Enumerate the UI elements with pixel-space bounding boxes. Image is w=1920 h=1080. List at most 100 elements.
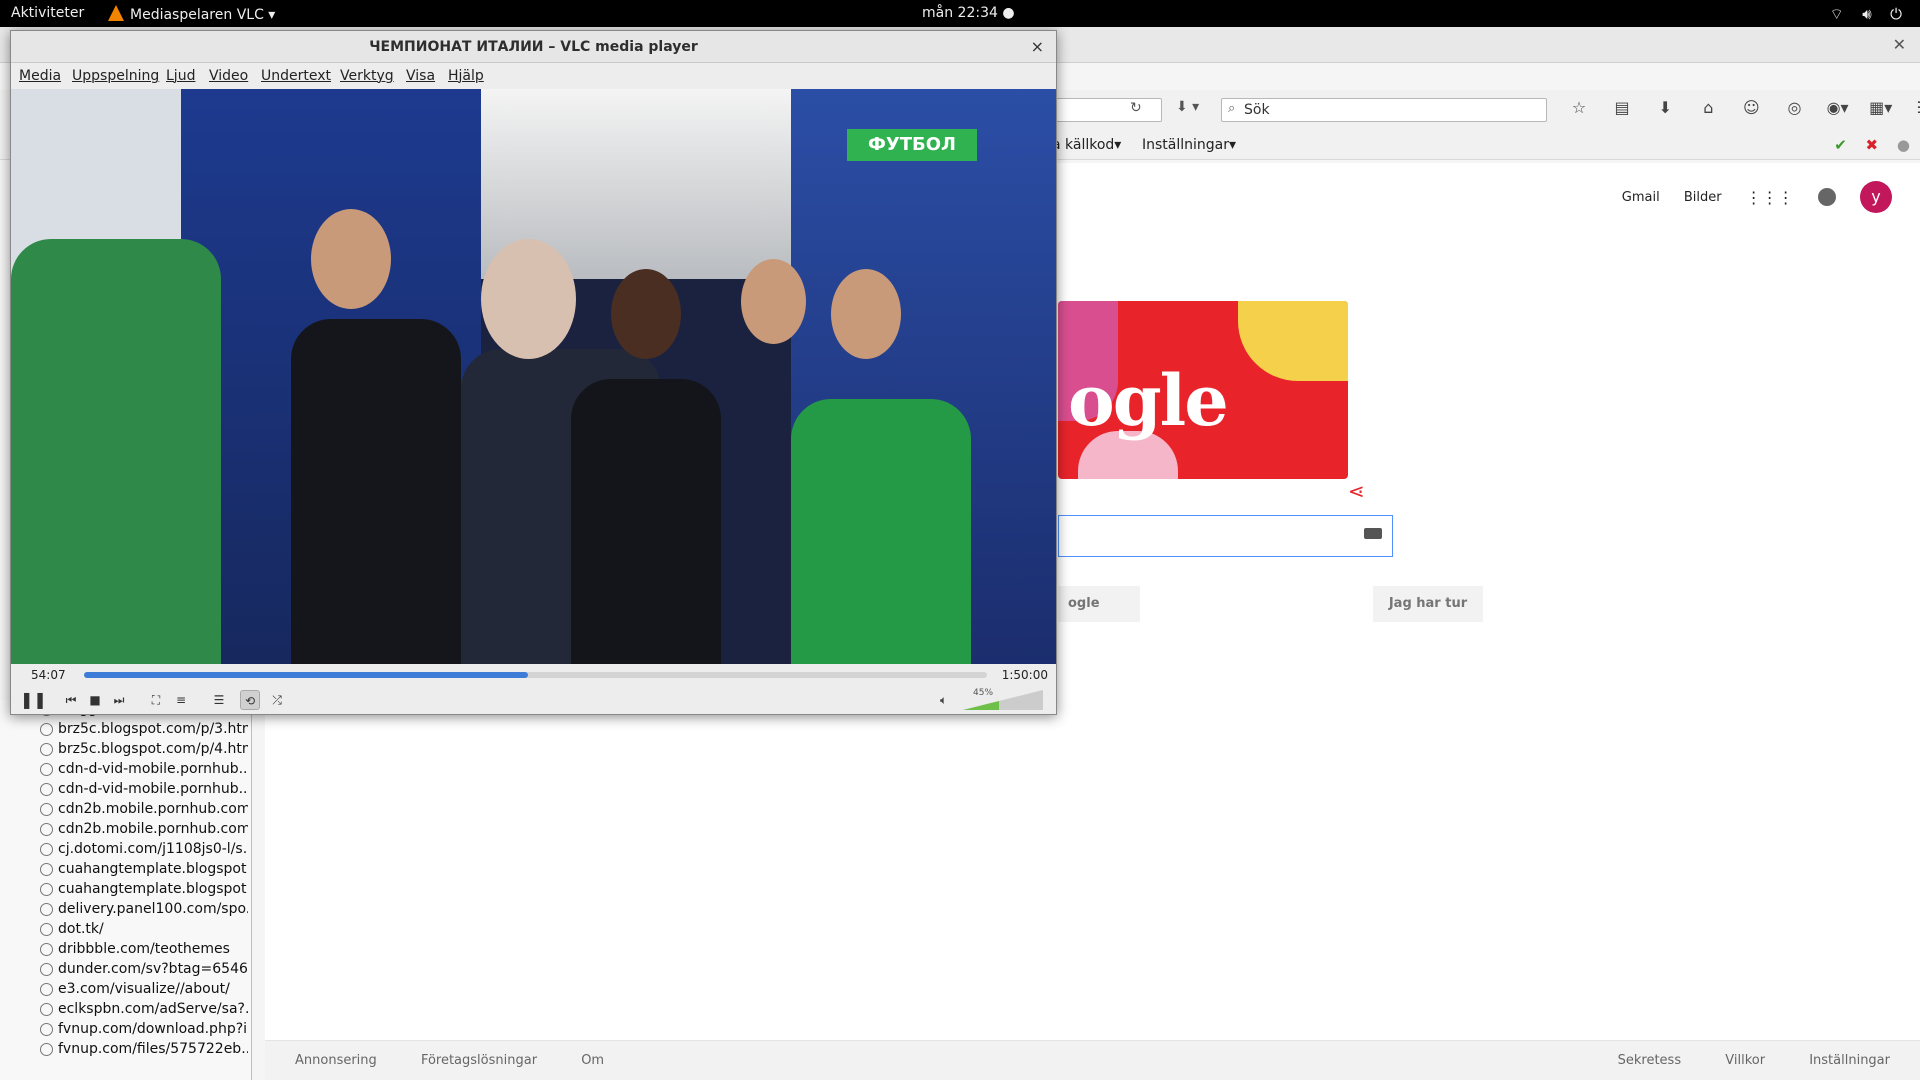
footer-link-advertising[interactable]: Annonsering [295,1053,377,1068]
playlist-icon[interactable]: ☰ [209,690,229,710]
seek-slider[interactable] [84,672,987,678]
app-menu[interactable]: Mediaspelaren VLC ▾ [108,5,275,23]
menu-ljud[interactable]: Ljud [166,68,195,84]
images-link[interactable]: Bilder [1684,190,1722,205]
loop-icon[interactable]: ⟲ [240,690,260,710]
previous-icon[interactable]: ⏮ [61,690,81,710]
history-item-label: cdn2b.mobile.pornhub.com... [58,801,248,817]
url-bar[interactable] [1040,98,1162,122]
menu-uppspelning[interactable]: Uppspelning [72,68,159,84]
avatar[interactable]: y [1860,181,1892,213]
shuffle-icon[interactable]: ⤮ [267,690,287,710]
firefox-close-icon[interactable]: ✕ [1893,35,1906,54]
extension-icon[interactable]: ▦▾ [1862,98,1900,117]
history-item[interactable]: cj.dotomi.com/j1108js0-l/s... [0,840,251,860]
check-icon[interactable]: ✔ [1834,136,1847,154]
download-dropdown-icon[interactable]: ⬇ ▾ [1176,99,1199,115]
bookmark-star-icon[interactable]: ☆ [1560,98,1598,117]
app-menu-label: Mediaspelaren VLC ▾ [130,7,276,23]
menu-media[interactable]: Media [19,68,61,84]
globe-icon [40,723,53,736]
gmail-link[interactable]: Gmail [1622,190,1660,205]
footer-link-privacy[interactable]: Sekretess [1618,1053,1681,1068]
history-item[interactable]: cuahangtemplate.blogspot.... [0,880,251,900]
gnome-top-bar: Aktiviteter Mediaspelaren VLC ▾ mån 22:3… [0,0,1920,27]
sync-icon[interactable]: ◎ [1775,98,1813,117]
keyboard-icon[interactable] [1364,528,1382,539]
bookmark-installningar[interactable]: Inställningar▾ [1142,137,1236,153]
footer-link-settings[interactable]: Inställningar [1809,1053,1890,1068]
error-icon[interactable]: ✖ [1866,136,1879,154]
footer-link-business[interactable]: Företagslösningar [421,1053,537,1068]
menu-video[interactable]: Video [209,68,248,84]
history-item[interactable]: e3.com/visualize//about/ [0,980,251,1000]
clock[interactable]: mån 22:34 ● [922,5,1015,21]
mute-icon[interactable]: 🔈︎ [940,693,947,708]
apps-grid-icon[interactable]: ⋮⋮⋮ [1746,188,1794,207]
menu-visa[interactable]: Visa [406,68,435,84]
vlc-titlebar[interactable]: ЧЕМПИОНАТ ИТАЛИИ – VLC media player × [11,31,1056,63]
activities-button[interactable]: Aktiviteter [11,5,84,21]
reading-list-icon[interactable]: ▤ [1603,98,1641,117]
menu-hjalp[interactable]: Hjälp [448,68,484,84]
close-icon[interactable]: × [1031,37,1044,56]
google-footer: Annonsering Företagslösningar Om Sekrete… [265,1040,1920,1080]
history-item-label: cdn2b.mobile.pornhub.com... [58,821,248,837]
history-item-label: dot.tk/ [58,921,104,937]
volume-slider[interactable]: 45% [963,688,1053,711]
next-icon[interactable]: ⏭ [109,690,129,710]
reload-icon[interactable]: ↻ [1130,100,1142,116]
bookmark-kallkod[interactable]: a källkod▾ [1052,137,1121,153]
stop-icon[interactable]: ■ [85,690,105,710]
video-scene-head [611,269,681,359]
pause-icon[interactable]: ❚❚ [20,690,47,710]
history-item[interactable]: dribbble.com/teothemes [0,940,251,960]
menu-icon[interactable]: ☰ [1905,98,1920,117]
menu-undertext[interactable]: Undertext [261,68,331,84]
extended-settings-icon[interactable]: ≡ [171,690,191,710]
system-tray[interactable]: ⌔ 🔊︎ ⏻ [1816,5,1902,24]
google-search-input[interactable] [1058,515,1393,557]
history-item[interactable]: cdn2b.mobile.pornhub.com... [0,800,251,820]
globe-icon [40,1043,53,1056]
globe-icon [40,883,53,896]
history-item[interactable]: eclkspbn.com/adServe/sa?... [0,1000,251,1020]
history-item[interactable]: cdn-d-vid-mobile.pornhub.... [0,780,251,800]
footer-link-terms[interactable]: Villkor [1725,1053,1765,1068]
history-item[interactable]: dunder.com/sv?btag=6546... [0,960,251,980]
history-item[interactable]: dot.tk/ [0,920,251,940]
wifi-icon[interactable]: ⌔ [1830,5,1844,23]
globe-icon [40,763,53,776]
volume-label: 45% [973,688,994,698]
search-input[interactable]: ⌕ Sök [1221,98,1547,122]
doodle-shape [1238,301,1348,381]
google-doodle[interactable]: ogle [1058,301,1348,479]
downloads-icon[interactable]: ⬇ [1646,98,1684,117]
history-item[interactable]: fvnup.com/files/575722eb... [0,1040,251,1060]
history-item[interactable]: brz5c.blogspot.com/p/4.html [0,740,251,760]
video-area[interactable]: ФУТБОЛ [11,89,1056,664]
volume-icon[interactable]: 🔊︎ [1862,5,1871,23]
google-search-button[interactable]: ogle [1058,586,1140,622]
vlc-window: ЧЕМПИОНАТ ИТАЛИИ – VLC media player × Me… [10,30,1057,715]
footer-link-about[interactable]: Om [581,1053,604,1068]
addon-icon[interactable]: ◉▾ [1819,98,1857,117]
notifications-icon[interactable] [1817,188,1836,206]
share-icon[interactable]: ⋖ [1348,479,1365,503]
home-icon[interactable]: ⌂ [1689,98,1727,117]
fullscreen-icon[interactable]: ⛶ [146,690,166,710]
history-item[interactable]: brz5c.blogspot.com/p/3.html [0,720,251,740]
power-icon[interactable]: ⏻ [1890,5,1902,23]
chat-icon[interactable]: ☺ [1732,98,1770,117]
history-item[interactable]: cdn-d-vid-mobile.pornhub.... [0,760,251,780]
globe-icon [40,843,53,856]
video-scene-head [311,209,391,309]
feeling-lucky-button[interactable]: Jag har tur [1373,586,1483,622]
history-sidebar: blogger.com/brz5c.blogspot.com/p/3.htmlb… [0,700,252,1080]
history-item[interactable]: fvnup.com/download.php?i... [0,1020,251,1040]
history-item[interactable]: cuahangtemplate.blogspot.... [0,860,251,880]
status-dot-icon[interactable]: ● [1897,136,1910,154]
history-item[interactable]: delivery.panel100.com/spo... [0,900,251,920]
history-item[interactable]: cdn2b.mobile.pornhub.com... [0,820,251,840]
menu-verktyg[interactable]: Verktyg [340,68,394,84]
